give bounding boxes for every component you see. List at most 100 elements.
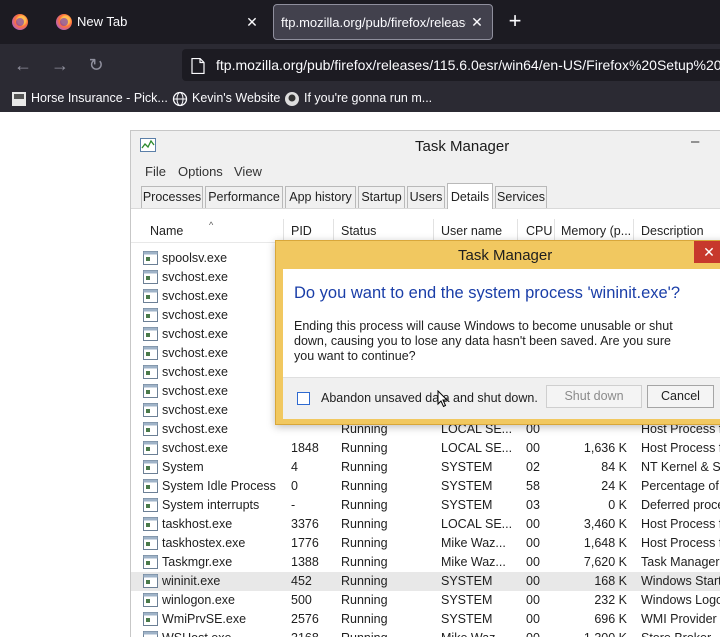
table-row[interactable]: WmiPrvSE.exe 2576 Running SYSTEM 00 696 K WMI …	[131, 610, 720, 629]
mouse-cursor-icon	[437, 390, 449, 408]
column-name[interactable]: Name	[150, 224, 183, 238]
new-tab-plus-icon[interactable]: +	[503, 10, 527, 34]
process-memory: 7,620 K	[583, 555, 627, 569]
table-row[interactable]: winlogon.exe 500 Running SYSTEM 00 232 K Windo…	[131, 591, 720, 610]
process-icon	[143, 270, 158, 284]
process-pid: 1388	[291, 555, 319, 569]
process-user: LOCAL SE...	[441, 441, 513, 455]
firefox-view-icon[interactable]	[12, 14, 28, 30]
process-icon	[143, 308, 158, 322]
dialog-title: Task Manager	[458, 247, 553, 264]
process-description: NT Kernel & Sy	[641, 460, 720, 474]
tab-startup[interactable]: Startup	[358, 186, 405, 208]
table-row[interactable]: System interrupts - Running SYSTEM 03 0 K Defe…	[131, 496, 720, 515]
process-icon	[143, 346, 158, 360]
minimize-icon[interactable]: –	[691, 133, 699, 150]
close-tab-icon[interactable]: ✕	[242, 12, 262, 32]
process-name: svchost.exe	[162, 289, 229, 303]
process-user: Mike Waz...	[441, 536, 506, 550]
tab-new-tab[interactable]: New Tab ✕	[44, 0, 270, 44]
table-row[interactable]: Taskmgr.exe 1388 Running Mike Waz... 00 7,620…	[131, 553, 720, 572]
dialog-question: Do you want to end the system process 'w…	[294, 284, 680, 302]
process-icon	[143, 612, 158, 626]
process-pid: 452	[291, 574, 312, 588]
table-row[interactable]: System 4 Running SYSTEM 02 84 K NT Kernel & Sy	[131, 458, 720, 477]
process-status: Running	[341, 441, 388, 455]
process-cpu: 00	[526, 555, 540, 569]
page-icon	[191, 58, 205, 74]
process-cpu: 02	[526, 460, 540, 474]
process-memory: 1,648 K	[583, 536, 627, 550]
tab-users[interactable]: Users	[407, 186, 445, 208]
abandon-data-checkbox[interactable]	[297, 392, 310, 405]
tab-ftp-mozilla[interactable]: ftp.mozilla.org/pub/firefox/release ✕	[273, 4, 493, 40]
bookmark-kevins-website[interactable]: Kevin's Website	[172, 90, 282, 108]
dialog-footer: Abandon unsaved data and shut down. Shut…	[283, 377, 720, 419]
process-name: svchost.exe	[162, 346, 229, 360]
column-pid[interactable]: PID	[291, 224, 312, 238]
favicon-icon	[285, 92, 299, 106]
url-bar[interactable]: ftp.mozilla.org/pub/firefox/releases/115…	[182, 49, 720, 81]
menu-options[interactable]: Options	[178, 164, 223, 179]
process-status: Running	[341, 555, 388, 569]
process-cpu: 00	[526, 631, 540, 637]
process-pid: 2576	[291, 612, 319, 626]
process-status: Running	[341, 593, 388, 607]
process-memory: 1,636 K	[583, 441, 627, 455]
close-icon[interactable]: ✕	[694, 241, 720, 263]
column-memory[interactable]: Memory (p...	[561, 224, 633, 238]
process-name: svchost.exe	[162, 441, 229, 455]
process-user: SYSTEM	[441, 460, 493, 474]
tab-app-history[interactable]: App history	[285, 186, 356, 208]
back-arrow-icon[interactable]: ←	[12, 54, 34, 76]
bookmark-horse-insurance[interactable]: Horse Insurance - Pick...	[11, 90, 168, 108]
process-icon	[143, 289, 158, 303]
process-status: Running	[341, 631, 388, 637]
table-row[interactable]: taskhostex.exe 1776 Running Mike Waz... 00 1,…	[131, 534, 720, 553]
process-cpu: 00	[526, 517, 540, 531]
tab-services[interactable]: Services	[495, 186, 547, 208]
menu-file[interactable]: File	[145, 164, 166, 179]
table-row[interactable]: taskhost.exe 3376 Running LOCAL SE... 00 3,46…	[131, 515, 720, 534]
table-row[interactable]: WSHost.exe 3168 Running Mike Waz... 00 1,300 …	[131, 629, 720, 637]
bookmark-page-icon	[12, 92, 26, 106]
table-row[interactable]: System Idle Process 0 Running SYSTEM 58 24 K P…	[131, 477, 720, 496]
process-icon	[143, 631, 158, 637]
process-icon	[143, 384, 158, 398]
dialog-message: Ending this process will cause Windows t…	[294, 319, 673, 363]
cancel-button[interactable]: Cancel	[647, 385, 714, 408]
tab-processes[interactable]: Processes	[141, 186, 203, 208]
process-user: SYSTEM	[441, 479, 493, 493]
column-user-name[interactable]: User name	[441, 224, 502, 238]
abandon-data-label[interactable]: Abandon unsaved data and shut down.	[321, 391, 538, 405]
table-row[interactable]: svchost.exe 1848 Running LOCAL SE... 00 1,636…	[131, 439, 720, 458]
window-title: Task Manager	[415, 138, 510, 155]
process-user: LOCAL SE...	[441, 517, 513, 531]
process-user: SYSTEM	[441, 612, 493, 626]
column-cpu[interactable]: CPU	[526, 224, 552, 238]
menu-view[interactable]: View	[234, 164, 262, 179]
bookmark-gonna-run[interactable]: If you're gonna run m...	[284, 90, 444, 108]
process-icon	[143, 593, 158, 607]
shut-down-button[interactable]: Shut down	[546, 385, 642, 408]
tab-details[interactable]: Details	[447, 183, 493, 209]
tab-title: New Tab	[77, 14, 128, 29]
process-description: Host Process fo	[641, 441, 720, 455]
process-icon	[143, 365, 158, 379]
browser-tab-strip: New Tab ✕ ftp.mozilla.org/pub/firefox/re…	[0, 0, 720, 44]
firefox-tab-icon	[56, 14, 72, 30]
process-name: taskhost.exe	[162, 517, 233, 531]
reload-icon[interactable]: ↻	[85, 54, 107, 76]
process-memory: 168 K	[594, 574, 627, 588]
process-cpu: 03	[526, 498, 540, 512]
close-tab-icon[interactable]: ✕	[467, 12, 487, 32]
process-icon	[143, 555, 158, 569]
column-description[interactable]: Description	[641, 224, 704, 238]
column-status[interactable]: Status	[341, 224, 376, 238]
forward-arrow-icon[interactable]: →	[49, 54, 71, 76]
tab-performance[interactable]: Performance	[205, 186, 283, 208]
process-cpu: 00	[526, 593, 540, 607]
process-icon	[143, 498, 158, 512]
table-row[interactable]: wininit.exe 452 Running SYSTEM 00 168 K Window…	[131, 572, 720, 591]
process-name: System Idle Process	[162, 479, 276, 493]
